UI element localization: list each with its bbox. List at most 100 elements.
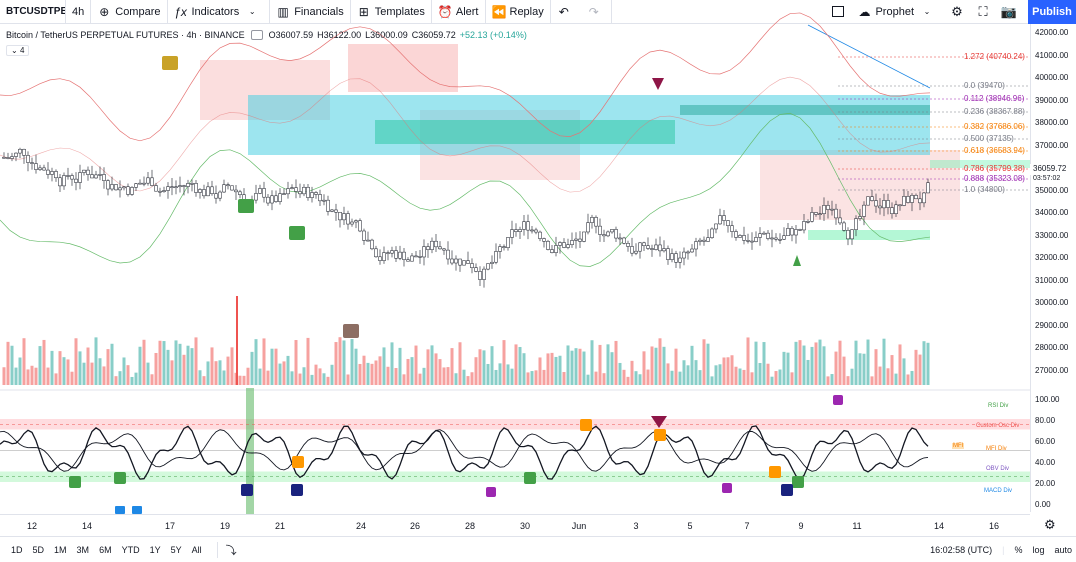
volume-bar [422,367,426,385]
volume-bar [50,350,54,385]
percent-toggle[interactable]: % [1014,545,1022,555]
candle [218,191,222,199]
time-tick: 14 [933,521,945,531]
candle [842,222,846,231]
auto-toggle[interactable]: auto [1054,545,1072,555]
volume-bar [122,357,126,385]
eye-icon[interactable] [250,30,263,40]
volume-bar [838,340,842,385]
fib-ratio: 1.0 [964,185,978,194]
volume-bar [2,367,6,385]
volume-bar [526,372,530,385]
range-button-5d[interactable]: 5D [28,545,50,555]
candle [382,252,386,261]
volume-bar [410,357,414,385]
log-toggle[interactable]: log [1032,545,1044,555]
zone-band [680,105,930,115]
time-tick: 3 [633,521,639,531]
candle [870,196,874,201]
volume-bar [114,376,118,385]
time-axis[interactable]: 12 14 17 19 21 24 26 28 30 Jun 3 5 7 9 11 14 16 [0,514,1030,534]
chart-settings-button[interactable]: ⚙ [1044,517,1056,533]
legend-open: O36007.59 [268,30,314,40]
fib-level-label: 0.888 (35323.08) [964,174,1025,183]
volume-bar [330,364,334,385]
candle [10,156,14,159]
volume-bar [482,350,486,385]
divergence-marker [132,506,142,514]
last-price-badge: 36059.72 [1030,164,1076,175]
volume-bar [250,351,254,385]
volume-bar [58,351,62,385]
symbol-legend: Bitcoin / TetherUS PERPETUAL FUTURES · 4… [6,30,527,40]
volume-bar [682,360,686,385]
price-scale[interactable]: 42000.00 41000.00 40000.00 39000.00 38000.00… [1030,24,1076,410]
volume-bar [886,368,890,385]
volume-bar [418,373,422,385]
candle [754,237,758,242]
fib-level-label: 0.382 (37686.06) [964,122,1025,131]
candle [474,267,478,272]
candle [46,169,50,175]
candle [810,212,814,222]
volume-bar [882,338,886,385]
candle [518,229,522,232]
indicators-collapse-button[interactable]: ⌄ 4 [6,45,30,56]
candle [538,231,542,239]
candle [402,251,406,260]
price-tick: 37000.00 [1035,140,1069,150]
candle [838,217,842,224]
volume-bar [542,369,546,385]
candle [406,259,410,262]
volume-bar [738,368,742,385]
volume-bar [846,376,850,385]
calendar-range-icon: ⤵ [225,544,237,557]
volume-bar [850,368,854,385]
volume-bar [94,337,98,385]
candle [802,221,806,231]
volume-bar [54,373,58,385]
time-tick: Jun [571,521,587,531]
volume-bar [862,353,866,385]
range-button-5y[interactable]: 5Y [166,545,187,555]
utc-clock[interactable]: 16:02:58 (UTC) [930,545,992,555]
oscillator-scale[interactable]: 100.00 80.00 60.00 40.00 20.00 0.00 [1030,390,1076,512]
date-range-button[interactable]: ⤵ [216,541,237,558]
range-button-ytd[interactable]: YTD [117,545,145,555]
candle [186,183,190,187]
fib-ratio: 0.786 [964,164,987,173]
volume-bar [710,376,714,385]
range-button-1d[interactable]: 1D [6,545,28,555]
range-button-6m[interactable]: 6M [94,545,117,555]
candle [542,238,546,242]
volume-bar [818,339,822,385]
candle [82,169,86,173]
candle [170,186,174,188]
fib-price: (35323.08) [986,174,1025,183]
volume-bar [706,343,710,385]
legend-change: +52.13 (+0.14%) [459,30,527,40]
candle [90,174,94,179]
range-button-1y[interactable]: 1Y [145,545,166,555]
candle [558,242,562,246]
volume-bar [622,369,626,385]
volume-bar [754,341,758,385]
range-button-1m[interactable]: 1M [49,545,72,555]
fib-price: (39470) [977,81,1005,90]
time-tick: 24 [355,521,367,531]
candle [230,185,234,191]
volume-bar [874,349,878,385]
volume-bar [370,363,374,385]
candle [798,229,802,231]
volume-bar [498,363,502,385]
chart-canvas[interactable] [0,0,1076,536]
candle [146,177,150,184]
volume-bar [322,373,326,385]
candle [366,239,370,242]
range-button-3m[interactable]: 3M [72,545,95,555]
volume-bar [770,376,774,385]
candle [50,171,54,175]
volume-bar [742,369,746,385]
range-button-all[interactable]: All [187,545,207,555]
candle [586,222,590,233]
